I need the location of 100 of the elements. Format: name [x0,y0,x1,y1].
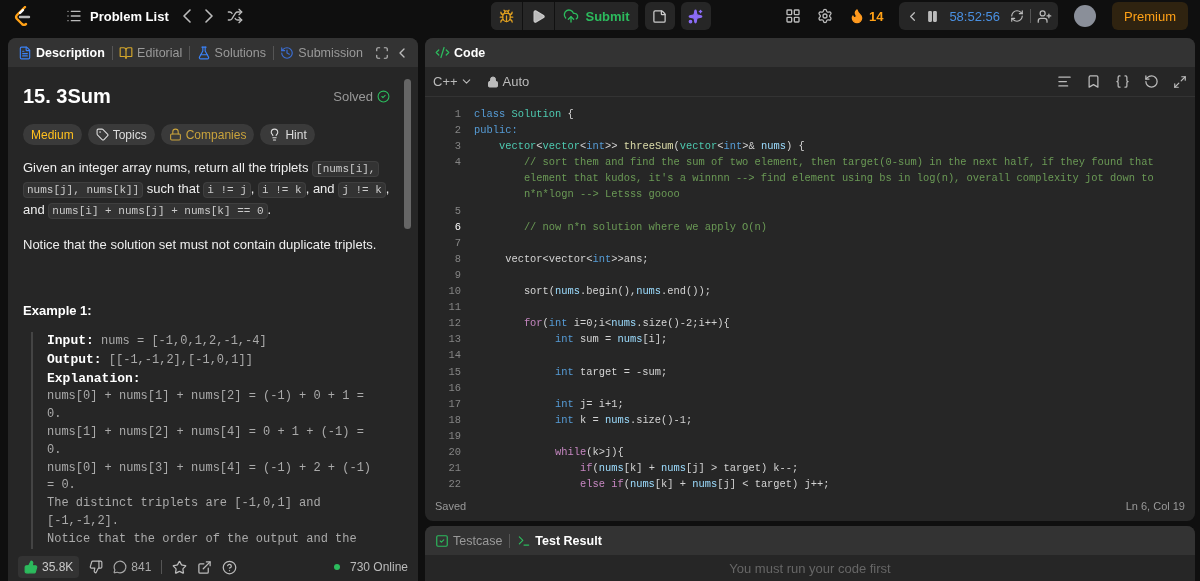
braces-button[interactable] [1115,74,1130,89]
expand-button[interactable] [1173,74,1187,89]
debug-button[interactable] [491,2,524,30]
code-line: sort(nums.begin(),nums.end()); [522,284,712,300]
sparkle-button[interactable] [680,2,711,30]
add-user-button[interactable] [1037,8,1052,24]
tab-icon [119,45,134,60]
panel-tab[interactable]: Submission [278,45,365,60]
problem-title: 15. 3Sum [23,85,111,108]
previous-button[interactable] [182,9,191,23]
language-dropdown[interactable]: C++ [433,74,473,89]
panel-tab[interactable]: Testcase [433,533,505,548]
code-line: vector<vector<int>> threeSum(vector<int>& nums) { [497,139,806,155]
tag-chip[interactable]: Hint [260,124,315,145]
tab-icon [280,45,295,60]
thumbs-down-icon [89,560,104,574]
braces-icon [1115,74,1130,89]
line-number: 8 [453,251,461,267]
line-number: 22 [447,477,461,491]
check-circle-icon [377,90,390,103]
comments-button[interactable]: 841 [113,560,152,574]
line-number: 20 [447,444,461,460]
result-message: You must run your code first [728,561,892,576]
line-number: 15 [447,364,461,380]
fullscreen-button[interactable] [375,45,389,60]
line-number: 9 [453,267,461,283]
reset-timer-button[interactable] [1010,9,1024,23]
panel-tab[interactable]: Solutions [194,45,269,60]
help-button[interactable] [222,559,238,575]
save-status: Saved [435,500,467,512]
help-icon [222,559,238,575]
problem-list-link[interactable]: Problem List [66,8,169,24]
line-number: 1 [453,107,461,122]
checkbox-icon [435,533,449,548]
grid-icon [784,8,801,24]
online-count: 730 Online [349,560,408,574]
lock-icon [168,128,182,141]
logo-icon[interactable] [14,6,32,26]
share-button[interactable] [197,559,213,575]
sparkle-icon [688,8,704,24]
example-line: Output: [[-1,-1,2],[-1,0,1]] [47,350,254,369]
line-number: 12 [447,316,461,332]
pause-button[interactable] [926,9,940,23]
tag-icon [95,128,109,141]
bookmark-button[interactable] [1086,74,1101,89]
code-line: int target = -sum; [554,364,669,380]
layout-button[interactable] [784,8,801,24]
code-tab[interactable]: Code [433,45,488,60]
comment-icon [113,560,128,574]
example-heading: Example 1: [23,303,93,318]
like-button[interactable]: 35.8K [18,556,80,578]
line-number: 19 [447,428,461,444]
format-button[interactable] [1057,74,1072,89]
code-icon [435,45,450,60]
code-line: while(k>j){ [554,444,625,460]
expand-icon [1173,74,1187,89]
timer: 58:52:56 [948,8,1001,24]
panel-tab[interactable]: Test Result [515,533,604,548]
settings-button[interactable] [816,8,833,24]
example-line: Explanation: [47,369,142,388]
line-number: 17 [447,396,461,412]
code-line: for(int i=0;i<nums.size()-2;i++){ [522,316,731,332]
code-line: // sort them and find the sum of two element, then target(0-sum) in the next half, if they found that element that kudos, it's a winnnn --> find element using bs in log(n), overall complexity jot down to n*n*logn --> Letsss goooo [522,155,1155,203]
cloud-upload-icon [563,8,580,24]
settings-icon [816,8,833,24]
line-number: 6 [453,219,461,235]
thumbs-up-icon [24,560,38,574]
avatar[interactable] [1074,5,1096,27]
auto-mode: Auto [486,74,530,89]
solved-status: Solved [333,89,390,104]
code-line: int k = nums.size()-1; [554,412,694,428]
reset-button[interactable] [1144,74,1159,89]
dislike-button[interactable] [89,560,104,574]
line-number: 7 [453,235,461,251]
list-icon [66,8,82,24]
favorite-button[interactable] [172,559,188,575]
line-number: 3 [453,139,461,155]
tag-chip[interactable]: Topics [87,124,155,145]
streak-counter[interactable]: 14 [848,8,884,24]
note-button[interactable] [644,2,675,30]
shuffle-button[interactable] [226,8,243,24]
code-line: int sum = nums[i]; [554,332,669,348]
premium-button[interactable]: Premium [1112,2,1188,30]
chevron-right-icon [204,9,213,23]
align-left-icon [1057,74,1072,89]
line-number: 4 [453,155,461,171]
panel-tab[interactable]: Description [16,45,107,60]
panel-tab[interactable]: Editorial [117,45,185,60]
next-button[interactable] [204,9,213,23]
pause-icon [926,9,940,23]
tab-icon [196,45,211,60]
tag-chip[interactable]: Medium [23,124,82,145]
line-number: 21 [447,461,461,477]
bookmark-icon [1086,74,1101,89]
terminal-icon [517,533,532,548]
tag-chip[interactable]: Companies [160,124,255,145]
share-icon [197,559,213,575]
line-number: 5 [453,203,461,219]
lock-icon [486,75,499,88]
code-line: // now n*n solution where we apply O(n) [522,219,769,235]
